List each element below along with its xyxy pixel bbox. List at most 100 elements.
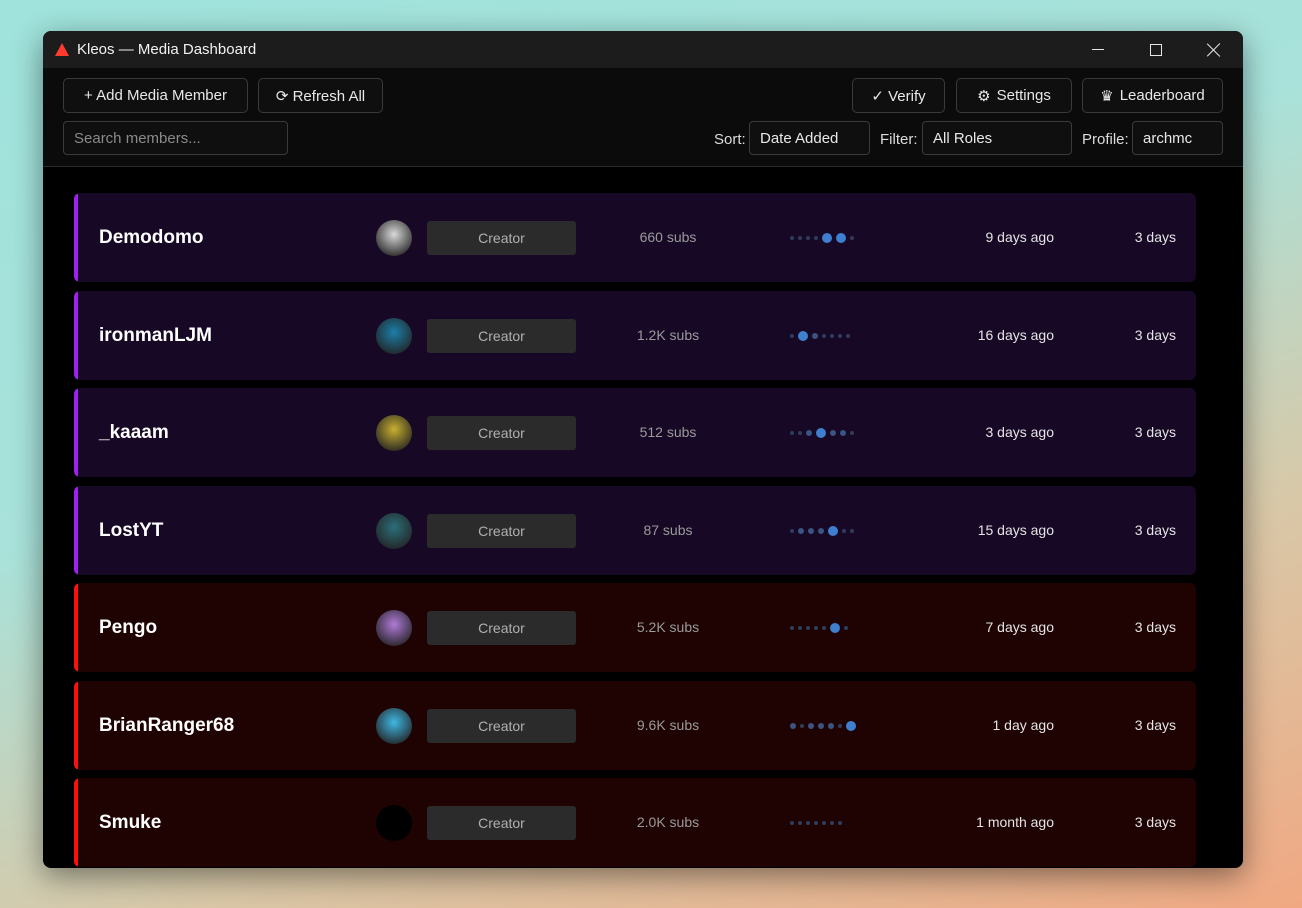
last-upload: 7 days ago (985, 619, 1055, 635)
subscriber-count: 1.2K subs (636, 326, 700, 343)
subscriber-count: 660 subs (639, 229, 697, 245)
activity-dot (806, 626, 810, 630)
last-upload: 1 day ago (992, 716, 1055, 733)
row-accent-bar (74, 583, 78, 672)
member-row[interactable]: Pengo Creator 5.2K subs 7 days ago 3 day… (74, 583, 1196, 672)
activity-dot (830, 623, 840, 633)
profile-select[interactable]: archmc (1132, 121, 1223, 155)
activity-dot (828, 722, 834, 729)
activity-dot (798, 330, 808, 341)
activity-dot (830, 821, 834, 825)
activity-dot (850, 236, 854, 240)
activity-dot (818, 722, 824, 729)
activity-dot (818, 527, 824, 534)
avatar (376, 415, 412, 451)
row-accent-bar (74, 680, 78, 770)
activity-dot (830, 333, 834, 338)
activity-dot (838, 333, 842, 338)
role-badge[interactable]: Creator (427, 318, 576, 353)
role-badge[interactable]: Creator (427, 221, 576, 255)
filter-select[interactable]: All Roles (922, 121, 1072, 155)
last-upload: 9 days ago (985, 229, 1055, 245)
activity-dots (790, 232, 860, 244)
settings-button[interactable]: ⚙ Settings (956, 78, 1072, 113)
activity-dot (790, 528, 794, 533)
activity-dot (790, 626, 794, 630)
avatar (376, 707, 412, 744)
row-accent-bar (74, 290, 78, 380)
role-badge[interactable]: Creator (427, 611, 576, 645)
activity-dot (806, 236, 810, 240)
sort-select[interactable]: Date Added (749, 121, 870, 155)
verify-button[interactable]: ✓ Verify (852, 78, 945, 113)
duration: 3 days (1134, 424, 1176, 440)
triangle-logo-icon (55, 43, 69, 56)
member-name: ironmanLJM (99, 324, 212, 346)
refresh-all-label: ⟳ Refresh All (275, 87, 366, 105)
activity-dot (828, 525, 838, 536)
close-icon (1207, 43, 1221, 57)
member-row[interactable]: LostYT Creator 87 subs 15 days ago 3 day… (74, 485, 1196, 575)
activity-dot (850, 431, 854, 435)
activity-dot (816, 428, 826, 438)
app-window: Kleos — Media Dashboard + Add Media Memb… (43, 31, 1243, 868)
add-media-member-label: + Add Media Member (84, 87, 227, 104)
activity-dot (790, 821, 794, 825)
member-list: Demodomo Creator 660 subs 9 days ago 3 d… (74, 193, 1196, 868)
profile-label: Profile: (1082, 131, 1129, 148)
member-row[interactable]: BrianRanger68 Creator 9.6K subs 1 day ag… (74, 680, 1196, 770)
activity-dot (814, 626, 818, 630)
activity-dot (822, 626, 826, 630)
activity-dot (836, 233, 846, 243)
role-badge[interactable]: Creator (427, 416, 576, 450)
activity-dots (790, 525, 860, 537)
activity-dot (822, 821, 826, 825)
avatar (376, 512, 412, 549)
role-badge[interactable]: Creator (427, 806, 576, 840)
window-controls (1069, 31, 1243, 68)
activity-dot (798, 626, 802, 630)
profile-value: archmc (1143, 129, 1193, 147)
activity-dot (846, 720, 856, 731)
leaderboard-button[interactable]: ♛ Leaderboard (1082, 78, 1223, 113)
activity-dot (838, 723, 842, 728)
role-badge[interactable]: Creator (427, 513, 576, 548)
crown-icon: ♛ (1100, 87, 1114, 105)
subscriber-count: 2.0K subs (636, 814, 700, 830)
activity-dot (814, 821, 818, 825)
member-name: BrianRanger68 (99, 714, 235, 736)
subscriber-count: 9.6K subs (636, 716, 700, 733)
activity-dot (822, 333, 826, 338)
last-upload: 16 days ago (977, 326, 1054, 343)
activity-dot (822, 233, 832, 243)
maximize-button[interactable] (1127, 31, 1185, 68)
activity-dot (790, 722, 796, 729)
member-row[interactable]: ironmanLJM Creator 1.2K subs 16 days ago… (74, 290, 1196, 380)
activity-dot (850, 528, 854, 533)
minimize-button[interactable] (1069, 31, 1127, 68)
maximize-icon (1150, 43, 1162, 56)
title-bar: Kleos — Media Dashboard (43, 31, 1243, 68)
refresh-all-button[interactable]: ⟳ Refresh All (258, 78, 383, 113)
add-media-member-button[interactable]: + Add Media Member (63, 78, 248, 113)
member-row[interactable]: Demodomo Creator 660 subs 9 days ago 3 d… (74, 193, 1196, 282)
activity-dot (790, 431, 794, 435)
member-row[interactable]: _kaaam Creator 512 subs 3 days ago 3 day… (74, 388, 1196, 477)
activity-dots (790, 427, 860, 439)
close-button[interactable] (1185, 31, 1243, 68)
row-accent-bar (74, 388, 78, 477)
member-name: LostYT (99, 519, 164, 541)
activity-dot (798, 236, 802, 240)
activity-dot (798, 527, 804, 534)
activity-dot (790, 333, 794, 338)
duration: 3 days (1134, 521, 1176, 538)
activity-dot (812, 332, 818, 339)
avatar (376, 805, 412, 841)
sort-value: Date Added (760, 129, 839, 147)
role-badge[interactable]: Creator (427, 708, 576, 743)
verify-label: ✓ Verify (871, 87, 926, 105)
avatar (376, 610, 412, 646)
activity-dot (790, 236, 794, 240)
member-row[interactable]: Smuke Creator 2.0K subs 1 month ago 3 da… (74, 778, 1196, 867)
search-input[interactable] (63, 121, 288, 155)
